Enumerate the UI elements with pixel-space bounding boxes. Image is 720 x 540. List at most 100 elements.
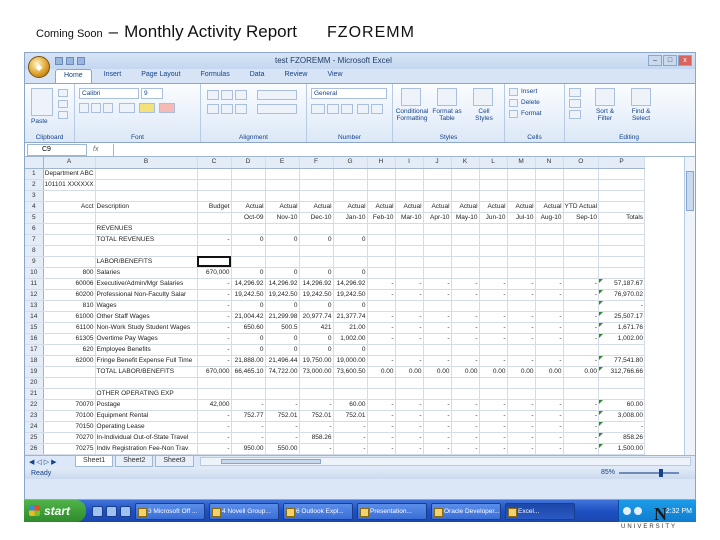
cell-a22[interactable]: 70070 [43, 399, 96, 411]
cell-m20[interactable] [507, 377, 536, 389]
cell-j17[interactable] [423, 344, 452, 356]
cell-m8[interactable] [507, 245, 536, 257]
cell-c1[interactable] [197, 168, 232, 180]
cell-e4[interactable]: Actual [265, 201, 300, 213]
formula-input[interactable] [113, 143, 695, 156]
cell-l12[interactable]: - [479, 289, 508, 301]
cell-k3[interactable] [451, 190, 480, 202]
cell-l6[interactable] [479, 223, 508, 235]
row-header[interactable]: 13 [25, 300, 44, 312]
cell-k13[interactable] [451, 300, 480, 312]
cell-f24[interactable]: - [299, 421, 334, 433]
cell-b24[interactable]: Operating Lease [95, 421, 198, 433]
cell-h5[interactable]: Feb-10 [367, 212, 396, 224]
cell-o27[interactable]: - [563, 454, 600, 455]
cell-k24[interactable]: - [451, 421, 480, 433]
taskbar-button[interactable]: Excel... [505, 502, 575, 520]
cell-p20[interactable] [598, 377, 646, 389]
cell-m2[interactable] [507, 179, 536, 191]
cell-k19[interactable]: 0.00 [451, 366, 480, 378]
cell-h27[interactable]: - [367, 454, 396, 455]
cell-a17[interactable]: 620 [43, 344, 96, 356]
cell-g6[interactable] [333, 223, 368, 235]
cell-o23[interactable]: - [563, 410, 600, 422]
cell-k1[interactable] [451, 168, 480, 180]
cell-h22[interactable]: - [367, 399, 396, 411]
cell-i10[interactable] [395, 267, 424, 279]
cell-h21[interactable] [367, 388, 396, 400]
cell-k10[interactable] [451, 267, 480, 279]
cell-h3[interactable] [367, 190, 396, 202]
cell-g19[interactable]: 73,600.50 [333, 366, 368, 378]
cell-p2[interactable] [598, 179, 646, 191]
cell-j2[interactable] [423, 179, 452, 191]
minimize-button[interactable]: – [648, 55, 662, 66]
cell-i5[interactable]: Mar-10 [395, 212, 424, 224]
cell-c4[interactable]: Budget [197, 201, 232, 213]
cell-j27[interactable]: - [423, 454, 452, 455]
cell-j19[interactable]: 0.00 [423, 366, 452, 378]
cell-k9[interactable] [451, 256, 480, 268]
cell-p24[interactable]: - [598, 421, 646, 433]
cell-o25[interactable]: - [563, 432, 600, 444]
cell-c10[interactable]: 670,000 [197, 267, 232, 279]
align-bottom-icon[interactable] [235, 90, 247, 100]
cell-h13[interactable] [367, 300, 396, 312]
cell-h25[interactable]: - [367, 432, 396, 444]
column-header-m[interactable]: M [507, 157, 536, 169]
cell-l24[interactable]: - [479, 421, 508, 433]
insert-cells-icon[interactable] [509, 88, 518, 96]
cell-j26[interactable]: - [423, 443, 452, 455]
cell-l27[interactable]: - [479, 454, 508, 455]
cell-m23[interactable]: - [507, 410, 536, 422]
cell-m19[interactable]: 0.00 [507, 366, 536, 378]
format-table-button[interactable]: Format as Table [431, 108, 463, 122]
first-sheet-icon[interactable]: ◀ [29, 458, 34, 466]
cell-b16[interactable]: Overtime Pay Wages [95, 333, 198, 345]
cell-n18[interactable]: - [535, 355, 564, 367]
cell-b23[interactable]: Equipment Rental [95, 410, 198, 422]
cell-n5[interactable]: Aug-10 [535, 212, 564, 224]
cell-m6[interactable] [507, 223, 536, 235]
cell-e2[interactable] [265, 179, 300, 191]
cell-n24[interactable]: - [535, 421, 564, 433]
cell-f26[interactable]: - [299, 443, 334, 455]
maximize-button[interactable]: □ [663, 55, 677, 66]
cell-j7[interactable] [423, 234, 452, 246]
cell-n26[interactable]: - [535, 443, 564, 455]
row-header[interactable]: 19 [25, 366, 44, 378]
cell-o14[interactable]: - [563, 311, 600, 323]
cell-o18[interactable]: - [563, 355, 600, 367]
cell-j1[interactable] [423, 168, 452, 180]
row-header[interactable]: 6 [25, 223, 44, 235]
cell-f11[interactable]: 14,296.92 [299, 278, 334, 290]
cell-g14[interactable]: 21,377.74 [333, 311, 368, 323]
cell-b2[interactable] [95, 179, 198, 191]
row-header[interactable]: 8 [25, 245, 44, 257]
cell-k5[interactable]: May-10 [451, 212, 480, 224]
cell-o22[interactable]: - [563, 399, 600, 411]
cell-d13[interactable]: 0 [231, 300, 266, 312]
cell-p9[interactable] [598, 256, 646, 268]
cell-f8[interactable] [299, 245, 334, 257]
cell-k23[interactable]: - [451, 410, 480, 422]
cell-a3[interactable] [43, 190, 96, 202]
taskbar-button[interactable]: 3 Microsoft Off ... [135, 502, 205, 520]
cell-p7[interactable] [598, 234, 646, 246]
cell-k18[interactable]: - [451, 355, 480, 367]
column-header-l[interactable]: L [479, 157, 508, 169]
cell-n23[interactable]: - [535, 410, 564, 422]
cell-n25[interactable]: - [535, 432, 564, 444]
cell-l1[interactable] [479, 168, 508, 180]
cell-o3[interactable] [563, 190, 600, 202]
cell-i9[interactable] [395, 256, 424, 268]
cell-e9[interactable] [265, 256, 300, 268]
cell-c2[interactable] [197, 179, 232, 191]
cell-p21[interactable] [598, 388, 646, 400]
cell-e15[interactable]: 500.5 [265, 322, 300, 334]
cell-d20[interactable] [231, 377, 266, 389]
cell-d9[interactable] [231, 256, 266, 268]
cell-c18[interactable]: - [197, 355, 232, 367]
cell-e10[interactable]: 0 [265, 267, 300, 279]
cell-e20[interactable] [265, 377, 300, 389]
